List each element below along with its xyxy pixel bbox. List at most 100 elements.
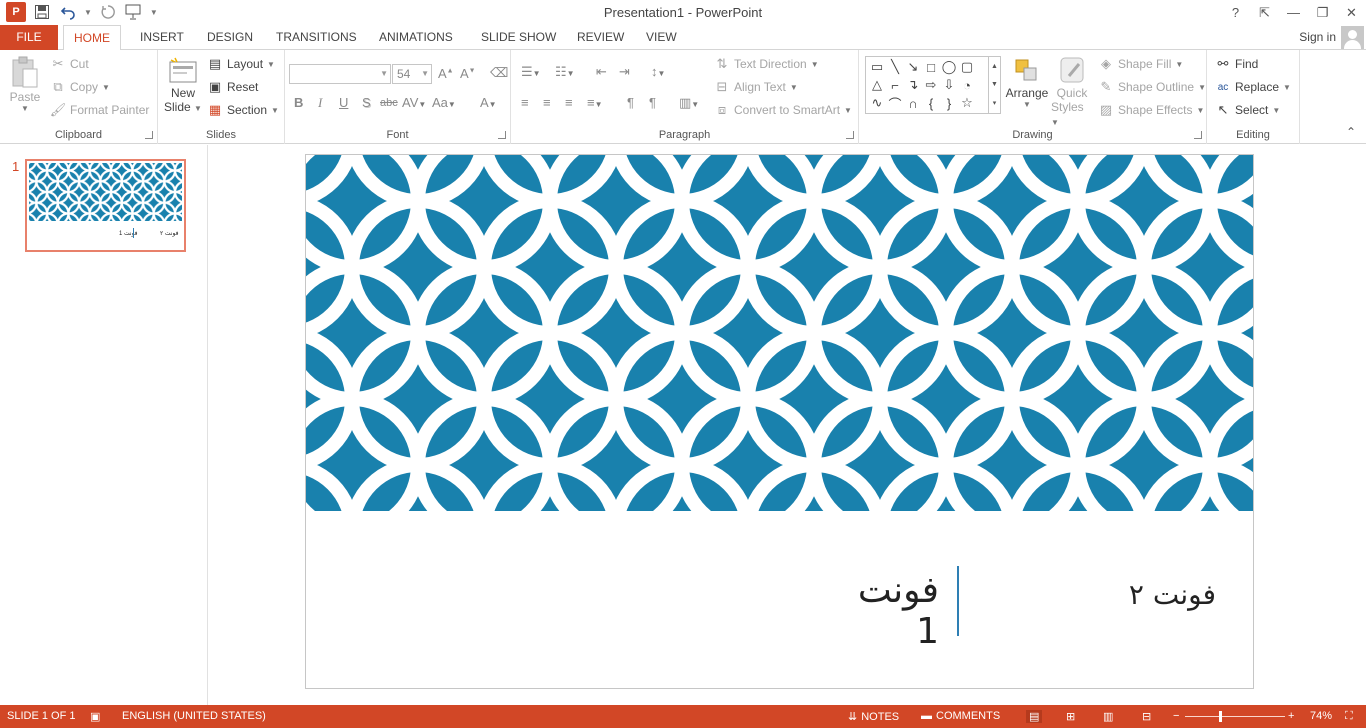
find-button[interactable]: ⚯ Find [1215,56,1259,72]
ribbon-display-options-button[interactable]: ⇱ [1250,0,1279,25]
increase-font-size-icon[interactable]: A▲ [438,66,454,81]
slide-thumbnail[interactable]: فونت 1 فونت ۲ [25,159,186,252]
slide-text-font1[interactable]: فونت 1 [826,570,939,652]
curve-shape-icon[interactable]: ∩ [904,95,922,111]
spell-check-icon[interactable]: ▣ [90,710,100,723]
slideshow-view-icon[interactable]: ⊟ [1142,710,1151,723]
increase-indent-icon[interactable]: ⇥ [619,64,630,80]
font-size-combo[interactable]: 54 ▼ [392,64,432,84]
clear-formatting-icon[interactable]: ⌫ [490,65,508,81]
format-painter-button[interactable]: 🖌 Format Painter [50,102,150,118]
underline-button[interactable]: U [339,95,348,110]
right-brace-shape-icon[interactable]: } [940,95,958,111]
tab-design[interactable]: DESIGN [197,25,263,50]
replace-button[interactable]: ac Replace ▼ [1215,79,1291,95]
columns-icon[interactable]: ▥▼ [679,95,699,111]
clipboard-launcher-icon[interactable] [145,131,153,139]
triangle-shape-icon[interactable]: △ [868,77,886,93]
shapes-gallery[interactable]: ▭ ╲ ↘ □ ◯ ▢ △ ⌐ ↴ ⇨ ⇩ ◔ ∿ ⌒ ∩ { } ☆ ▲ ▼ ▾ [865,56,1001,114]
arc-shape-icon[interactable]: ⌒ [886,95,904,112]
tab-review[interactable]: REVIEW [567,25,634,50]
notes-button[interactable]: ⇊ NOTES [848,710,899,724]
new-slide-button[interactable]: New Slide ▼ [164,56,202,114]
close-button[interactable]: ✕ [1337,0,1366,25]
zoom-level[interactable]: 74% [1310,710,1332,722]
font-color-button[interactable]: A▼ [480,95,497,110]
align-center-icon[interactable]: ≡ [543,95,551,110]
sign-in-link[interactable]: Sign in [1299,30,1336,44]
restore-button[interactable]: ❐ [1308,0,1337,25]
slide-text-font2[interactable]: فونت ۲ [1086,578,1216,611]
undo-dropdown-icon[interactable]: ▼ [84,8,92,17]
redo-icon[interactable] [98,2,118,22]
section-button[interactable]: ▦ Section ▼ [207,102,279,118]
help-button[interactable]: ? [1221,0,1250,25]
zoom-in-button[interactable]: + [1288,710,1294,722]
line-shape-icon[interactable]: ╲ [886,59,904,75]
tab-file[interactable]: FILE [0,25,58,50]
shape-fill-button[interactable]: ◈ Shape Fill ▼ [1098,56,1183,72]
change-case-button[interactable]: Aa▼ [432,95,456,110]
slide[interactable]: فونت 1 فونت ۲ [305,154,1254,689]
slide-indicator[interactable]: SLIDE 1 OF 1 [7,710,75,722]
zoom-slider-thumb[interactable] [1219,711,1222,722]
collapse-ribbon-icon[interactable]: ⌃ [1346,125,1356,139]
decrease-indent-icon[interactable]: ⇤ [596,64,607,80]
tab-insert[interactable]: INSERT [130,25,194,50]
save-icon[interactable] [32,2,52,22]
text-direction-button[interactable]: ⇅ Text Direction ▼ [714,56,819,72]
justify-icon[interactable]: ≡▼ [587,95,603,110]
bold-button[interactable]: B [294,95,303,110]
slide-background-pattern[interactable] [306,155,1253,511]
tab-home[interactable]: HOME [63,25,121,51]
paragraph-launcher-icon[interactable] [846,131,854,139]
align-text-button[interactable]: ⊟ Align Text ▼ [714,79,798,95]
tab-slide-show[interactable]: SLIDE SHOW [471,25,566,50]
elbow-arrow-shape-icon[interactable]: ↴ [904,77,922,93]
line-spacing-icon[interactable]: ↕▼ [651,64,665,79]
fit-slide-icon[interactable]: ⛶ [1345,710,1353,723]
font-name-combo[interactable]: ▼ [289,64,391,84]
avatar[interactable] [1341,26,1364,49]
numbering-icon[interactable]: ☷▼ [555,64,575,80]
textbox-shape-icon[interactable]: ▭ [868,59,886,75]
character-spacing-button[interactable]: AV▼ [402,95,426,110]
convert-smartart-button[interactable]: ⧈ Convert to SmartArt ▼ [714,102,852,118]
drawing-launcher-icon[interactable] [1194,131,1202,139]
layout-button[interactable]: ▤ Layout ▼ [207,56,275,72]
zoom-slider-track[interactable] [1185,716,1285,717]
right-arrow-shape-icon[interactable]: ⇨ [922,77,940,93]
down-arrow-shape-icon[interactable]: ⇩ [940,77,958,93]
italic-button[interactable]: I [318,95,322,111]
decrease-font-size-icon[interactable]: A▼ [460,66,476,81]
customize-qat-icon[interactable]: ▼ [150,8,158,17]
reading-view-icon[interactable]: ▥ [1103,710,1113,723]
select-button[interactable]: ↖ Select ▼ [1215,102,1281,118]
arrow-line-shape-icon[interactable]: ↘ [904,59,922,75]
gallery-scroll[interactable]: ▲ ▼ ▾ [988,57,1000,113]
arrange-button[interactable]: Arrange ▼ [1005,56,1049,109]
align-right-icon[interactable]: ≡ [565,95,573,110]
comments-button[interactable]: ▬ COMMENTS [921,710,1000,722]
cut-button[interactable]: ✂ Cut [50,56,89,72]
slide-sorter-view-icon[interactable]: ⊞ [1066,710,1075,723]
star-shape-icon[interactable]: ☆ [958,95,976,111]
elbow-connector-shape-icon[interactable]: ⌐ [886,77,904,93]
start-slideshow-icon[interactable] [124,2,144,22]
bullets-icon[interactable]: ☰▼ [521,64,541,80]
shape-effects-button[interactable]: ▨ Shape Effects ▼ [1098,102,1205,118]
tab-animations[interactable]: ANIMATIONS [369,25,463,50]
shape-outline-button[interactable]: ✎ Shape Outline ▼ [1098,79,1206,95]
tab-transitions[interactable]: TRANSITIONS [266,25,367,50]
text-shadow-button[interactable]: S [362,95,371,110]
normal-view-icon[interactable]: ▤ [1026,710,1043,723]
strikethrough-button[interactable]: abc [380,97,398,109]
quick-styles-button[interactable]: Quick Styles ▼ [1051,56,1093,128]
zoom-out-button[interactable]: − [1173,710,1179,722]
copy-button[interactable]: ⧉ Copy ▼ [50,79,110,95]
paste-button[interactable]: Paste ▼ [6,56,44,113]
rounded-rectangle-shape-icon[interactable]: ▢ [958,59,976,75]
tab-view[interactable]: VIEW [636,25,687,50]
minimize-button[interactable]: — [1279,0,1308,25]
reset-button[interactable]: ▣ Reset [207,79,259,95]
